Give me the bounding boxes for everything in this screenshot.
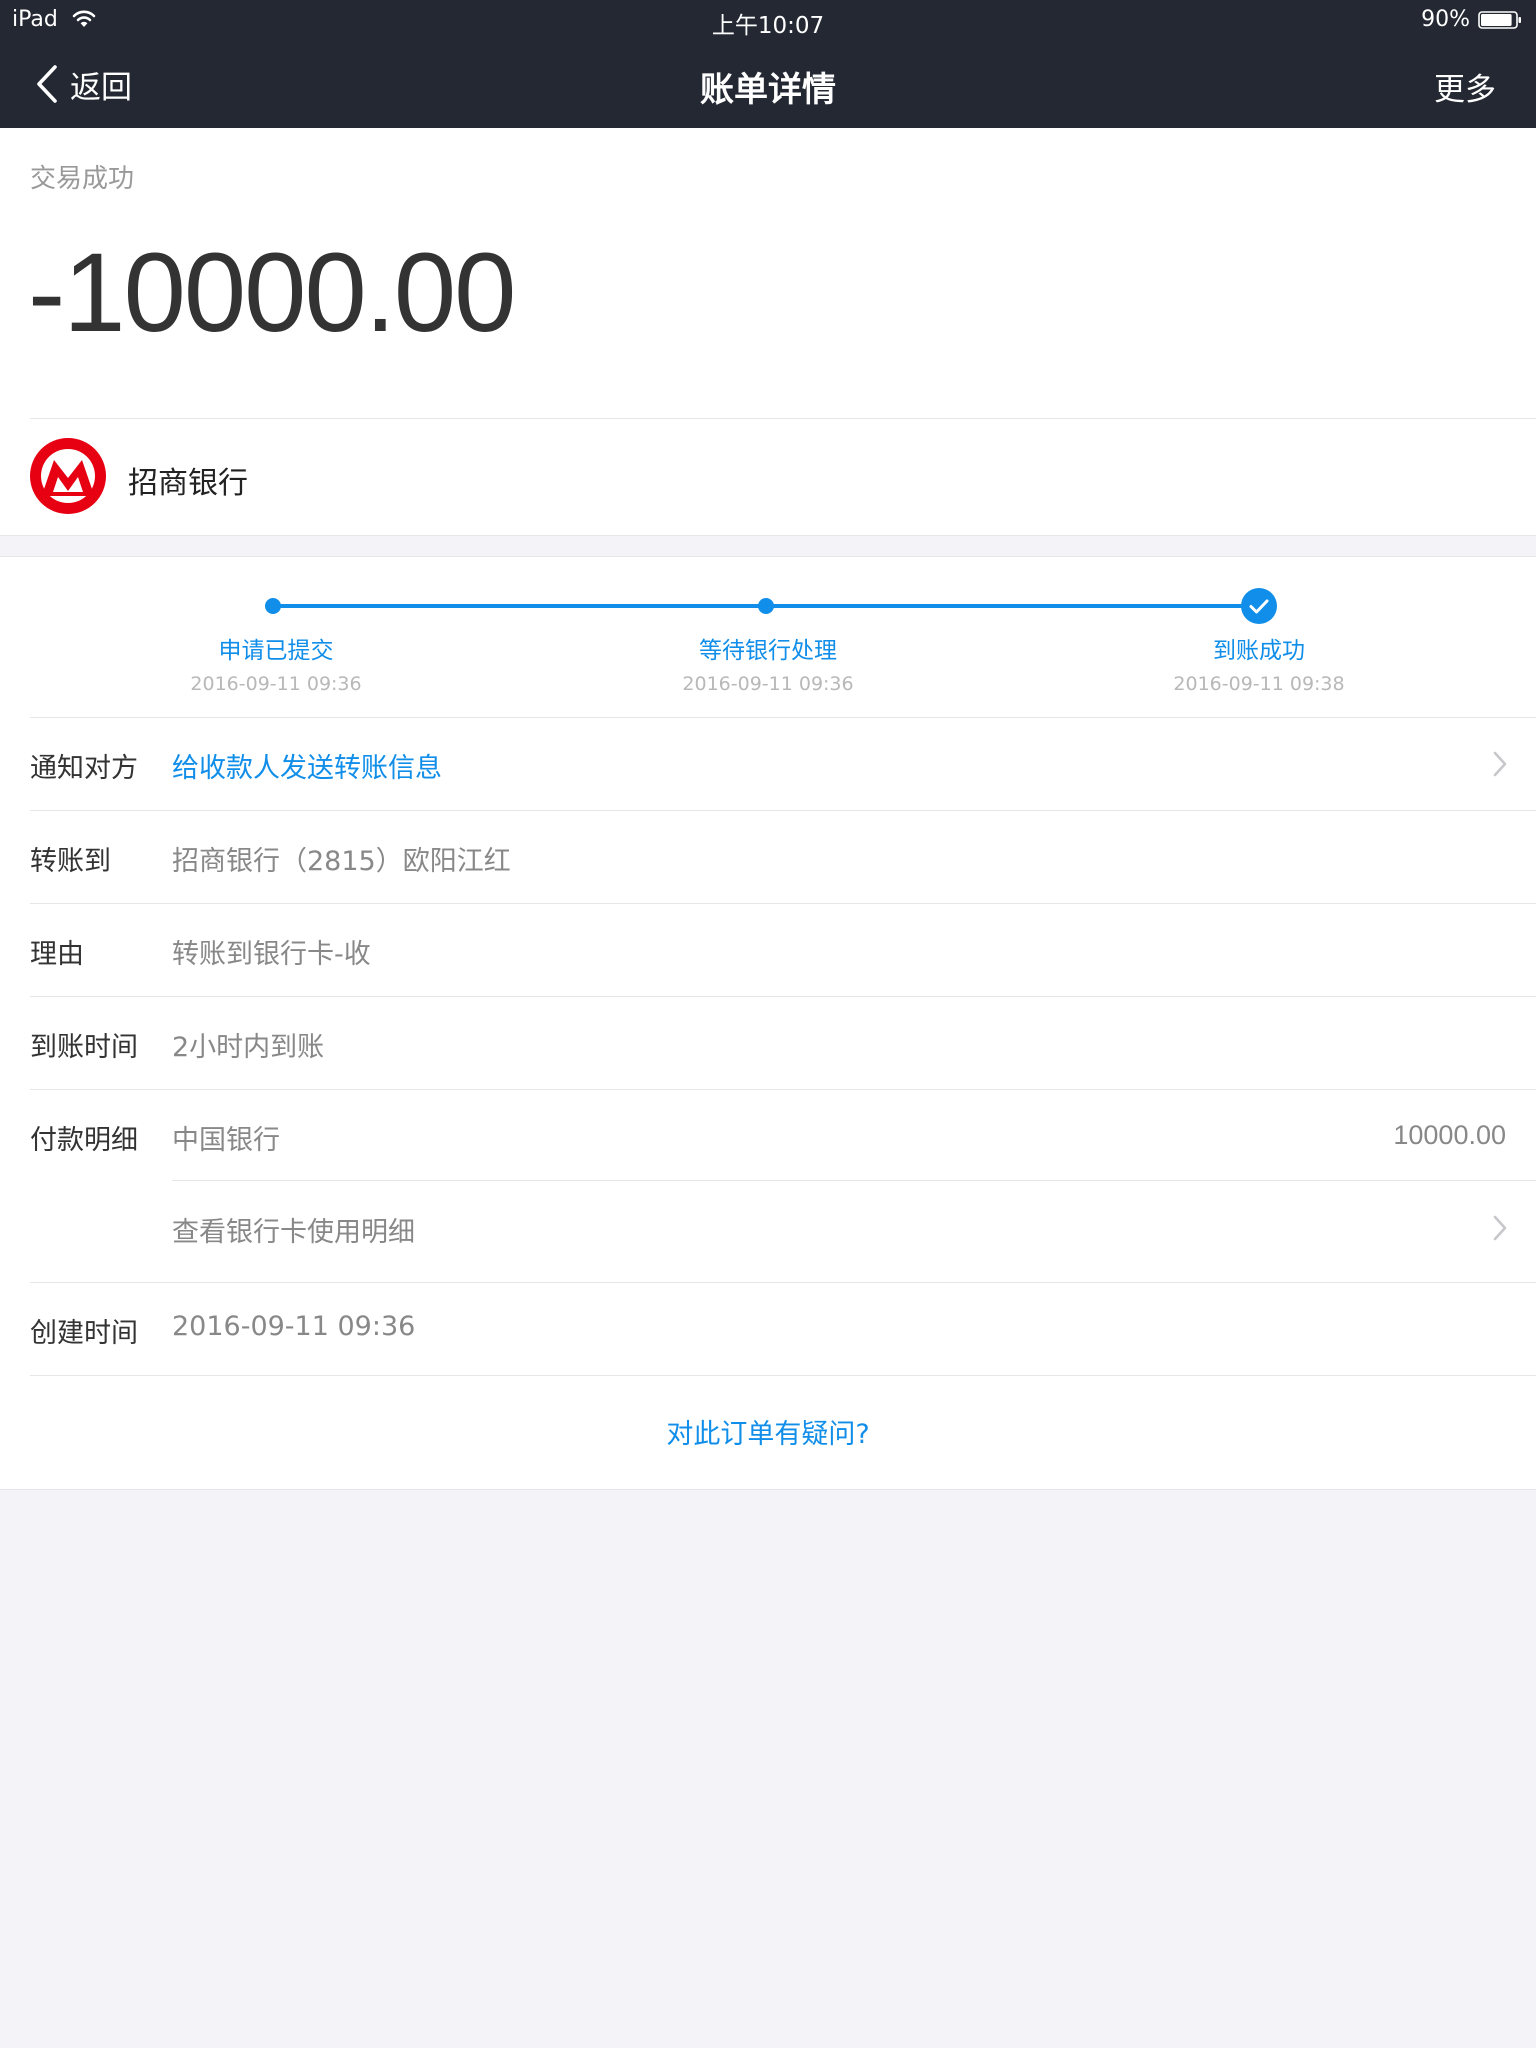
payment-amount: 10000.00: [1393, 1120, 1506, 1150]
more-button[interactable]: 更多: [1434, 64, 1496, 109]
row-label: 到账时间: [30, 1032, 138, 1063]
progress-step: 等待银行处理 2016-09-11 09:36: [618, 631, 918, 695]
step-label: 等待银行处理: [699, 638, 837, 664]
row-label: 理由: [30, 939, 84, 970]
status-bar: iPad 上午10:07 90%: [0, 0, 1536, 40]
row-value: 招商银行（2815）欧阳江红: [172, 846, 511, 877]
divider: [30, 418, 1536, 419]
step-label: 到账成功: [1213, 638, 1305, 664]
step-time: 2016-09-11 09:36: [190, 673, 362, 695]
transaction-status: 交易成功: [30, 164, 135, 194]
back-button[interactable]: 返回: [36, 62, 132, 106]
row-label: 创建时间: [30, 1318, 138, 1349]
step-time: 2016-09-11 09:38: [1173, 673, 1345, 695]
transaction-summary: 交易成功 -10000.00 招商银行: [0, 128, 1536, 536]
progress-tracker: 申请已提交 2016-09-11 09:36 等待银行处理 2016-09-11…: [0, 557, 1536, 717]
step-dot-submitted: [265, 598, 281, 614]
row-value: 2小时内到账: [172, 1032, 325, 1063]
nav-bar: 返回 账单详情 更多: [0, 40, 1536, 128]
chevron-right-icon: [1492, 750, 1508, 778]
clock: 上午10:07: [711, 13, 825, 39]
created-time-row: 创建时间 2016-09-11 09:36: [30, 1282, 1536, 1376]
payment-details-row: 付款明细 中国银行 10000.00 查看银行卡使用明细: [30, 1089, 1536, 1279]
row-value: 2016-09-11 09:36: [172, 1311, 416, 1342]
reason-row: 理由 转账到银行卡-收: [30, 903, 1536, 997]
row-label: 付款明细: [30, 1125, 138, 1156]
bank-name: 招商银行: [128, 466, 248, 501]
row-label: 转账到: [30, 846, 111, 877]
row-label: 通知对方: [30, 753, 138, 784]
battery-percent: 90%: [1421, 7, 1470, 32]
transaction-amount: -10000.00: [28, 230, 516, 355]
step-time: 2016-09-11 09:36: [682, 673, 854, 695]
payment-source: 中国银行: [172, 1125, 280, 1156]
chevron-left-icon: [36, 65, 58, 103]
divider: [30, 1375, 1536, 1376]
back-label: 返回: [70, 69, 132, 106]
row-value: 转账到银行卡-收: [172, 939, 371, 970]
notify-link[interactable]: 给收款人发送转账信息: [172, 746, 442, 785]
page-title: 账单详情: [700, 70, 836, 110]
step-dot-processing: [758, 598, 774, 614]
transaction-details: 申请已提交 2016-09-11 09:36 等待银行处理 2016-09-11…: [0, 556, 1536, 1490]
chevron-right-icon: [1492, 1214, 1508, 1242]
transfer-to-row: 转账到 招商银行（2815）欧阳江红: [30, 810, 1536, 904]
progress-step: 到账成功 2016-09-11 09:38: [1109, 631, 1409, 695]
view-card-usage-link[interactable]: 查看银行卡使用明细: [172, 1210, 415, 1249]
check-circle-icon: [1241, 588, 1277, 624]
battery-icon: [1478, 11, 1522, 29]
arrival-time-row: 到账时间 2小时内到账: [30, 996, 1536, 1090]
step-label: 申请已提交: [218, 638, 334, 664]
notify-recipient-row[interactable]: 通知对方 给收款人发送转账信息: [30, 717, 1536, 811]
progress-step: 申请已提交 2016-09-11 09:36: [126, 631, 426, 695]
app-header: iPad 上午10:07 90% 返回 账单详情 更多: [0, 0, 1536, 128]
order-question-link[interactable]: 对此订单有疑问?: [0, 1412, 1536, 1451]
divider: [172, 1180, 1536, 1181]
cmb-bank-logo-icon: [30, 438, 106, 514]
